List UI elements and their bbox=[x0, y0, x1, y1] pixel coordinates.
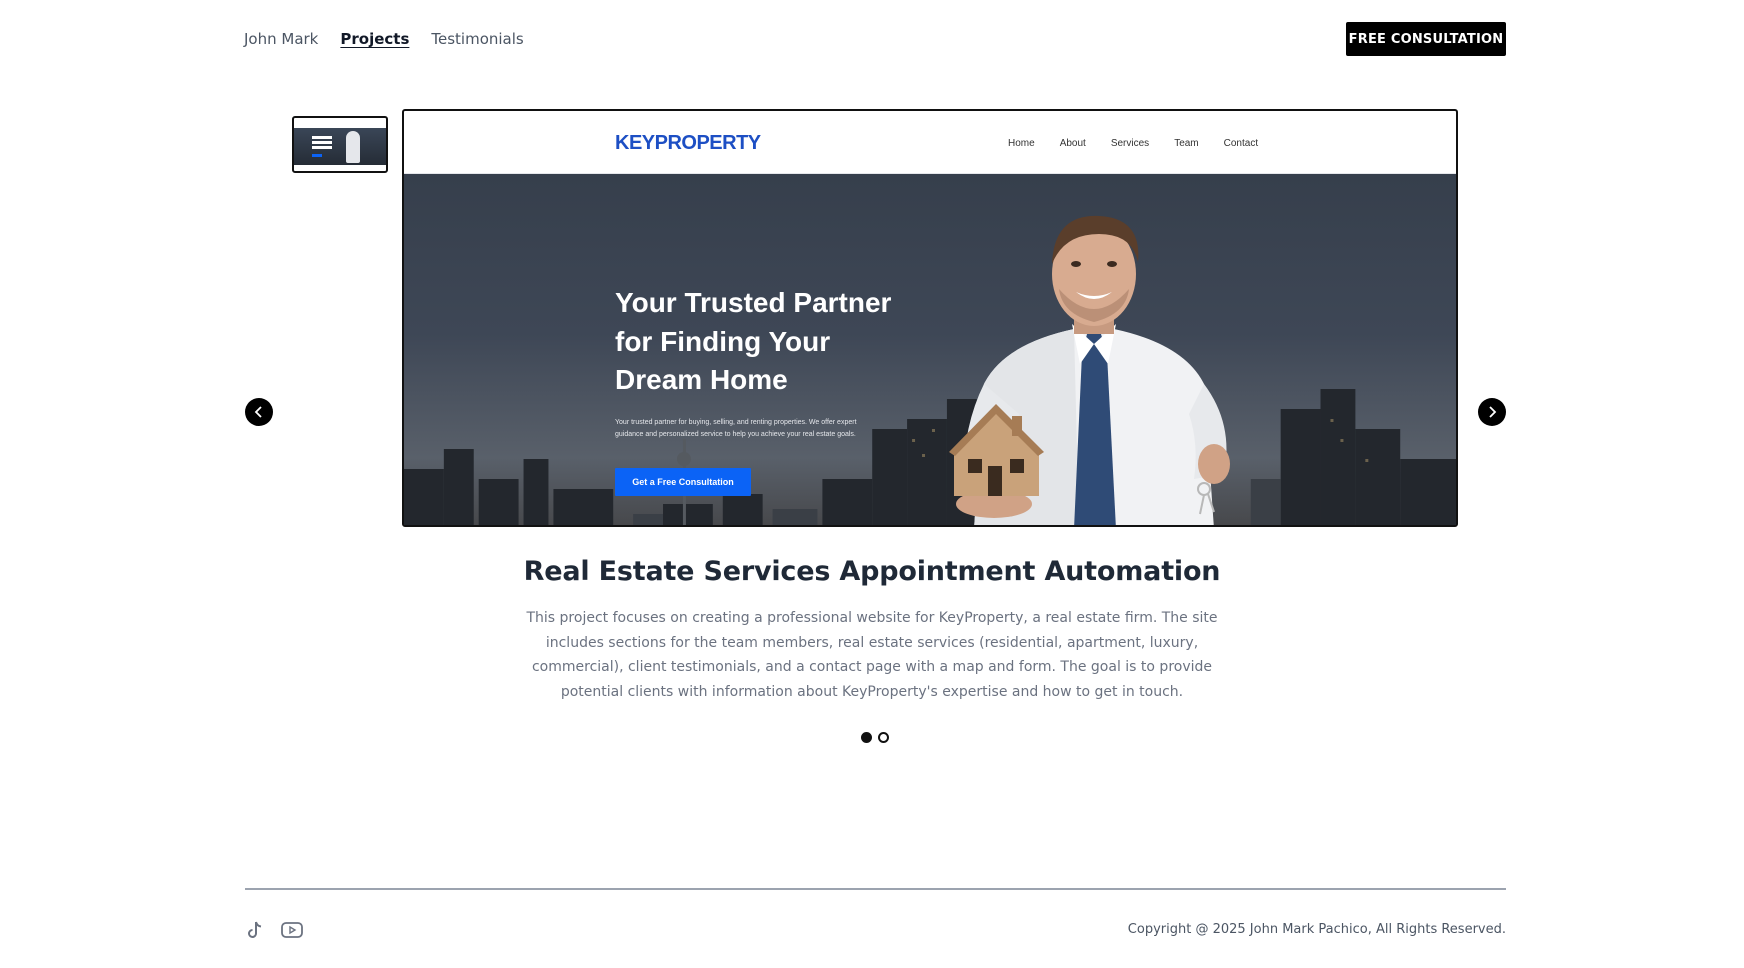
footer-divider bbox=[245, 888, 1506, 890]
nav-testimonials-link[interactable]: Testimonials bbox=[431, 30, 523, 48]
preview-consultation-button: Get a Free Consultation bbox=[615, 468, 751, 496]
top-nav: John Mark Projects Testimonials bbox=[244, 30, 524, 48]
agent-photo bbox=[949, 215, 1230, 525]
preview-nav-item: Home bbox=[1008, 138, 1035, 149]
preview-logo: KEYPROPERTY bbox=[615, 132, 761, 154]
tiktok-icon[interactable] bbox=[245, 920, 265, 940]
preview-hero-title: Your Trusted Partner for Finding Your Dr… bbox=[615, 287, 892, 395]
carousel-slide: KEYPROPERTY Home About Services Team Con… bbox=[402, 109, 1458, 527]
preview-nav-item: About bbox=[1059, 138, 1086, 149]
preview-nav-item: Services bbox=[1110, 138, 1150, 149]
nav-projects-link[interactable]: Projects bbox=[340, 30, 409, 48]
free-consultation-button[interactable]: FREE CONSULTATION bbox=[1346, 22, 1506, 56]
social-links bbox=[245, 920, 303, 940]
nav-home-link[interactable]: John Mark bbox=[244, 30, 318, 48]
copyright-text: Copyright @ 2025 John Mark Pachico, All … bbox=[1127, 922, 1506, 937]
youtube-icon[interactable] bbox=[281, 921, 303, 939]
carousel-pagination bbox=[861, 732, 889, 743]
carousel-next-button[interactable] bbox=[1478, 398, 1506, 426]
preview-nav: Home About Services Team Contact bbox=[1008, 138, 1258, 149]
project-description: This project focuses on creating a profe… bbox=[526, 610, 1218, 700]
project-title: Real Estate Services Appointment Automat… bbox=[523, 556, 1221, 587]
chevron-left-icon bbox=[254, 406, 262, 418]
chevron-right-icon bbox=[1489, 406, 1497, 418]
preview-nav-item: Contact bbox=[1223, 138, 1259, 149]
carousel-prev-button[interactable] bbox=[245, 398, 273, 426]
preview-site-header: KEYPROPERTY Home About Services Team Con… bbox=[404, 111, 1456, 174]
preview-nav-item: Team bbox=[1174, 138, 1199, 149]
preview-hero: Your Trusted Partner for Finding Your Dr… bbox=[404, 174, 1456, 525]
slide-thumbnail[interactable] bbox=[292, 116, 388, 173]
carousel-dot-2[interactable] bbox=[878, 732, 889, 743]
carousel-dot-1[interactable] bbox=[861, 732, 872, 743]
preview-hero-subtitle: Your trusted partner for buying, selling… bbox=[615, 419, 857, 438]
